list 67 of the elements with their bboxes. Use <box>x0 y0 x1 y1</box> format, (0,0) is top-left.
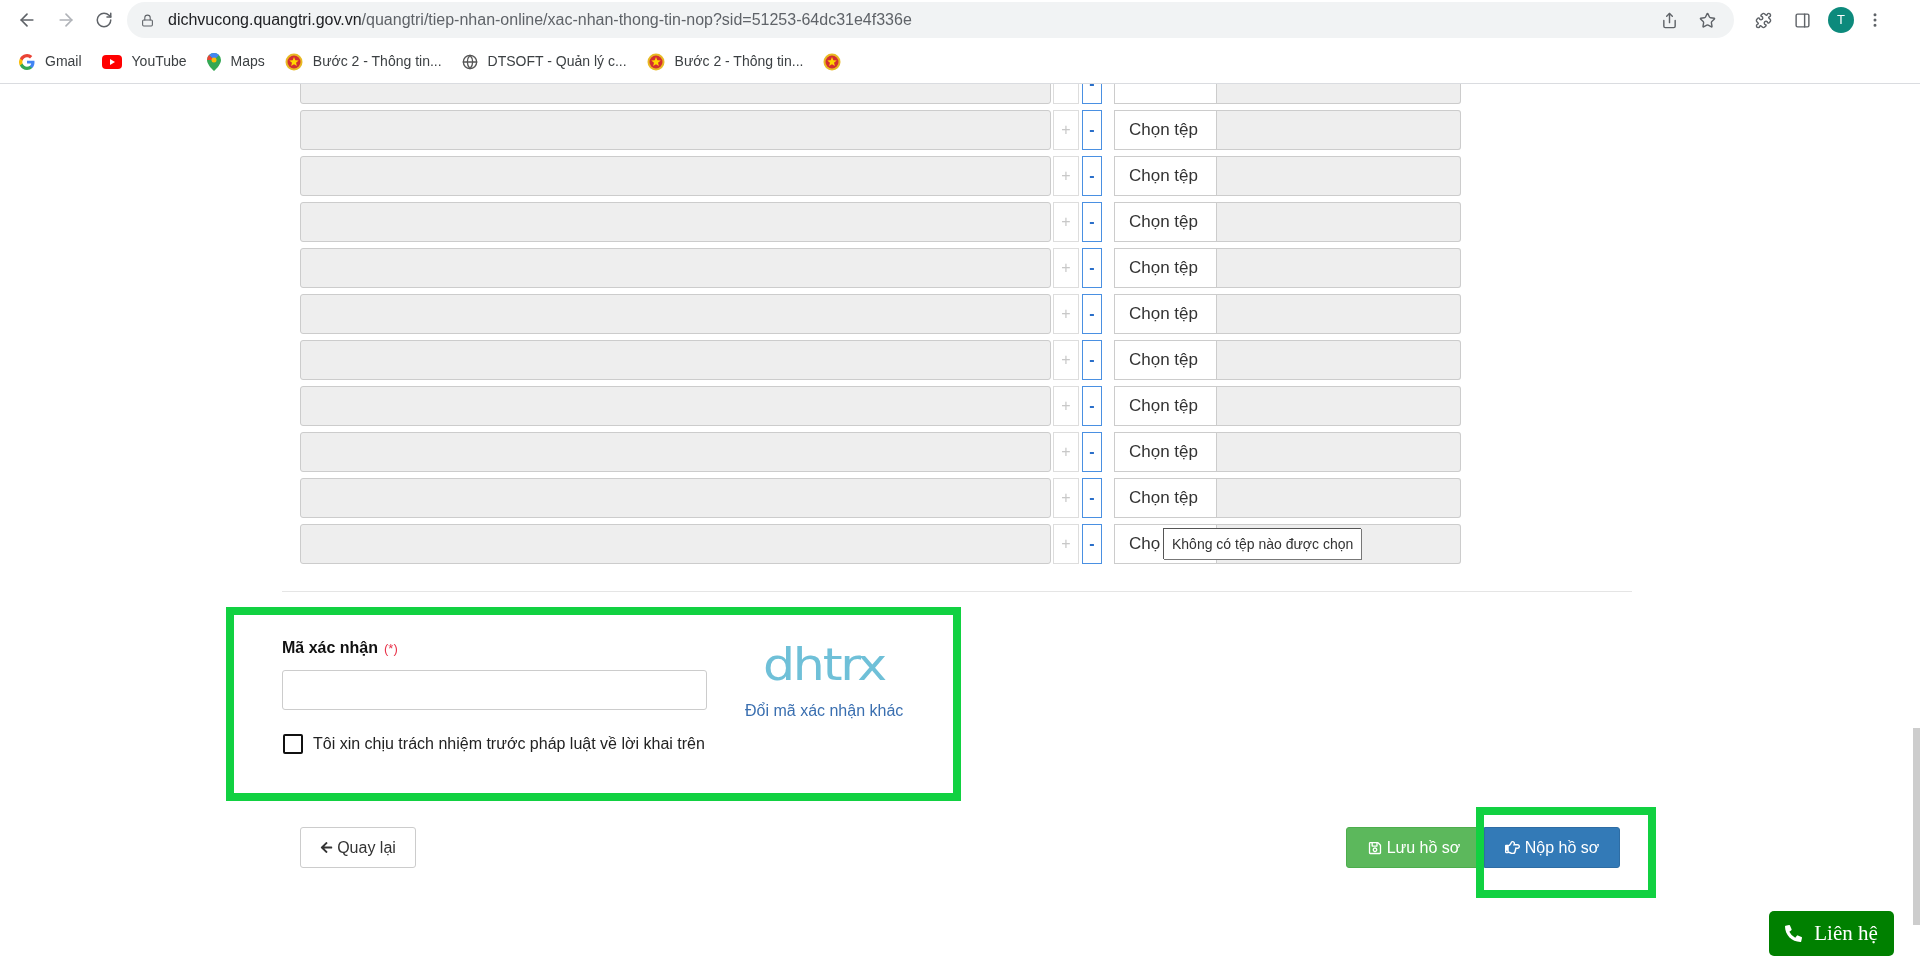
google-icon <box>19 53 35 70</box>
arrow-left-icon <box>320 841 334 854</box>
file-name-field[interactable] <box>300 110 1051 150</box>
choose-file-button[interactable]: Chọn tệp <box>1114 202 1217 242</box>
file-name-field[interactable] <box>300 432 1051 472</box>
refresh-captcha-link[interactable]: Đổi mã xác nhận khác <box>745 699 904 723</box>
file-name-field[interactable] <box>300 340 1051 380</box>
globe-icon <box>461 53 478 70</box>
video-play-icon <box>101 54 122 69</box>
file-name-field[interactable] <box>300 524 1051 564</box>
agreement-checkbox[interactable] <box>283 734 303 754</box>
emblem-icon <box>646 52 665 71</box>
submit-button[interactable]: Nộp hồ sơ <box>1484 827 1620 868</box>
file-name-field[interactable] <box>300 156 1051 196</box>
file-name-field[interactable] <box>300 386 1051 426</box>
pointing-hand-icon <box>1504 840 1520 855</box>
agreement-label: Tôi xin chịu trách nhiệm trước pháp luật về lời khai trên <box>313 734 705 754</box>
choose-file-button[interactable]: Chọn tệp <box>1114 432 1217 472</box>
remove-button[interactable]: - <box>1082 340 1102 380</box>
file-name-field[interactable] <box>300 294 1051 334</box>
bookmark-item[interactable]: YouTube <box>101 51 187 72</box>
remove-button[interactable]: - <box>1082 248 1102 288</box>
choose-file-button[interactable]: Chọn tệp <box>1114 340 1217 380</box>
profile-avatar[interactable]: T <box>1828 7 1854 33</box>
extensions-icon[interactable] <box>1755 11 1772 29</box>
captcha-image: dhtrx <box>763 643 886 687</box>
remove-button[interactable]: - <box>1082 432 1102 472</box>
remove-button[interactable]: - <box>1082 110 1102 150</box>
remove-button[interactable]: - <box>1082 524 1102 564</box>
choose-file-button[interactable]: Chọn tệp <box>1114 478 1217 518</box>
map-pin-icon <box>206 52 221 71</box>
bookmark-item[interactable]: Bước 2 - Thông tin... <box>284 51 442 72</box>
choose-file-button[interactable]: Chọn tệp <box>1114 386 1217 426</box>
tooltip: Không có tệp nào được chọn <box>1163 528 1362 559</box>
remove-button[interactable]: - <box>1082 84 1102 104</box>
bookmark-item[interactable]: DTSOFT - Quản lý c... <box>461 51 627 72</box>
contact-button[interactable]: Liên hệ <box>1769 911 1894 956</box>
choose-file-button[interactable]: Chọn tệp <box>1114 110 1217 150</box>
file-name-field[interactable] <box>300 202 1051 242</box>
remove-button[interactable]: - <box>1082 294 1102 334</box>
reload-icon[interactable] <box>95 11 113 29</box>
required-mark: (*) <box>384 640 398 658</box>
remove-button[interactable]: - <box>1082 156 1102 196</box>
back-button[interactable]: Quay lại <box>300 827 416 868</box>
choose-file-button[interactable]: Chọn tệp <box>1114 248 1217 288</box>
side-panel-icon[interactable] <box>1794 11 1811 29</box>
file-name-field[interactable] <box>300 478 1051 518</box>
url-text: dichvucong.quangtri.gov.vn/quangtri/tiep-nhan-online/xac-nhan-thong-tin-nop?sid=51253-64dc31e4f336e <box>168 10 912 30</box>
bookmark-item[interactable]: Gmail <box>19 51 82 72</box>
phone-icon <box>1785 925 1803 942</box>
bookmark-item[interactable]: Bước 2 - Thông tin... <box>646 51 804 72</box>
star-icon[interactable] <box>1699 11 1716 29</box>
emblem-icon <box>284 52 303 71</box>
address-bar[interactable]: dichvucong.quangtri.gov.vn/quangtri/tiep-nhan-online/xac-nhan-thong-tin-nop?sid=51253-64dc31e4f336e <box>127 2 1734 38</box>
choose-file-button[interactable]: Chọn tệp <box>1114 294 1217 334</box>
file-name-field[interactable] <box>300 248 1051 288</box>
remove-button[interactable]: - <box>1082 478 1102 518</box>
bookmark-item[interactable]: Maps <box>206 51 265 72</box>
emblem-icon <box>823 52 842 71</box>
remove-button[interactable]: - <box>1082 202 1102 242</box>
captcha-input-field[interactable] <box>282 670 707 710</box>
lock-icon <box>141 13 154 27</box>
bookmark-item[interactable] <box>823 52 842 71</box>
field-label: Mã xác nhận <box>282 638 379 658</box>
share-icon[interactable] <box>1661 11 1678 29</box>
remove-button[interactable]: - <box>1082 386 1102 426</box>
choose-file-button[interactable]: Chọn tệp <box>1114 156 1217 196</box>
